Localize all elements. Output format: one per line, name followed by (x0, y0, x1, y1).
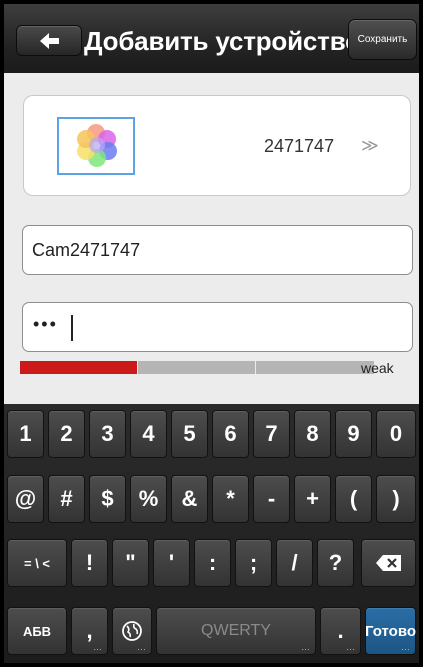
phone-frame: Добавить устройство Сохранить 2471747 ≫ … (0, 0, 423, 667)
chevron-right-icon[interactable]: ≫ (361, 136, 379, 156)
save-button[interactable]: Сохранить (348, 19, 417, 60)
key-period[interactable]: . … (320, 607, 361, 655)
key-apostrophe[interactable]: ' (153, 539, 190, 587)
key-5[interactable]: 5 (171, 410, 208, 458)
color-circles-icon (77, 124, 117, 167)
key-language[interactable]: … (112, 607, 152, 655)
more-indicator: … (93, 642, 102, 652)
device-card[interactable]: 2471747 ≫ (23, 95, 411, 196)
more-indicator: … (301, 642, 310, 652)
camera-name-field[interactable]: Cam2471747 (22, 225, 413, 275)
key-colon[interactable]: : (194, 539, 231, 587)
key-hash[interactable]: # (48, 475, 85, 523)
key-open-paren[interactable]: ( (335, 475, 372, 523)
device-id: 2471747 (264, 136, 335, 156)
screen: Добавить устройство Сохранить 2471747 ≫ … (4, 4, 419, 663)
back-button[interactable] (16, 25, 82, 56)
key-2[interactable]: 2 (48, 410, 85, 458)
key-semicolon[interactable]: ; (235, 539, 272, 587)
globe-icon (122, 621, 142, 641)
more-indicator: … (401, 642, 410, 652)
key-percent[interactable]: % (130, 475, 167, 523)
page-title: Добавить устройство (84, 26, 361, 56)
done-label: Готово (364, 622, 417, 640)
key-slash[interactable]: / (276, 539, 313, 587)
key-exclamation[interactable]: ! (71, 539, 108, 587)
strength-segment-1 (20, 361, 137, 374)
more-indicator: … (137, 642, 146, 652)
key-period-label: . (337, 618, 344, 643)
key-space-label: QWERTY (201, 622, 271, 639)
key-plus[interactable]: + (294, 475, 331, 523)
done-button[interactable]: Готово … (365, 607, 416, 655)
key-4[interactable]: 4 (130, 410, 167, 458)
password-value: ••• (33, 314, 58, 334)
strength-segment-2 (138, 361, 255, 374)
key-minus[interactable]: - (253, 475, 290, 523)
backspace-icon (375, 555, 401, 571)
key-question[interactable]: ? (317, 539, 354, 587)
password-field[interactable]: ••• (22, 302, 413, 352)
key-backspace[interactable] (361, 539, 416, 587)
key-6[interactable]: 6 (212, 410, 249, 458)
key-dollar[interactable]: $ (89, 475, 126, 523)
key-ampersand[interactable]: & (171, 475, 208, 523)
key-alphabet-mode[interactable]: АБВ (7, 607, 67, 655)
key-close-paren[interactable]: ) (376, 475, 416, 523)
key-7[interactable]: 7 (253, 410, 290, 458)
device-thumbnail (57, 117, 135, 175)
key-8[interactable]: 8 (294, 410, 331, 458)
key-0[interactable]: 0 (376, 410, 416, 458)
strength-segment-3 (256, 361, 374, 374)
more-indicator: … (346, 642, 355, 652)
text-cursor (71, 315, 73, 341)
camera-name-value: Cam2471747 (32, 240, 141, 260)
keyboard: 1 2 3 4 5 6 7 8 9 0 @ # $ % & * - + ( ) … (4, 404, 419, 663)
key-3[interactable]: 3 (89, 410, 126, 458)
key-1[interactable]: 1 (7, 410, 44, 458)
title-bar: Добавить устройство Сохранить (4, 4, 419, 73)
strength-label: weak (361, 360, 394, 376)
back-arrow-icon (40, 33, 59, 49)
key-comma[interactable]: , … (71, 607, 108, 655)
key-space[interactable]: QWERTY … (156, 607, 316, 655)
key-asterisk[interactable]: * (212, 475, 249, 523)
key-9[interactable]: 9 (335, 410, 372, 458)
key-at[interactable]: @ (7, 475, 44, 523)
key-double-quote[interactable]: " (112, 539, 149, 587)
key-comma-label: , (86, 618, 93, 643)
key-more-symbols[interactable]: = \ < (7, 539, 67, 587)
